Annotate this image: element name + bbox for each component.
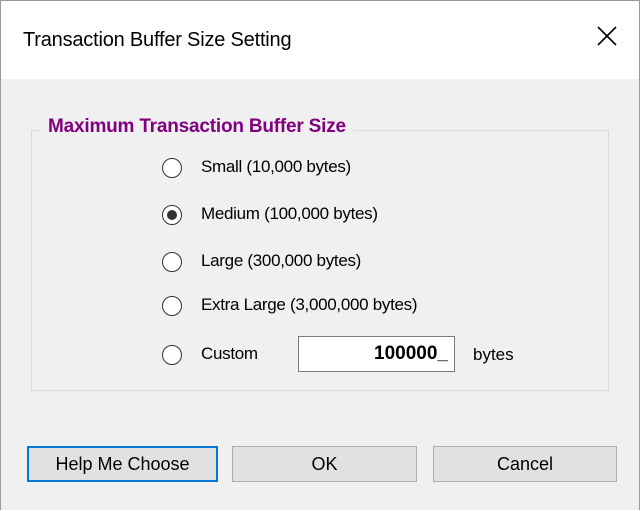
radio-label-large[interactable]: Large (300,000 bytes) xyxy=(201,251,361,271)
custom-size-input[interactable]: 100000_ xyxy=(298,336,455,372)
radio-label-small[interactable]: Small (10,000 bytes) xyxy=(201,157,351,177)
radio-button-icon[interactable] xyxy=(162,252,182,272)
dialog-title: Transaction Buffer Size Setting xyxy=(23,29,292,51)
close-x-icon xyxy=(597,26,617,46)
radio-button-icon[interactable] xyxy=(162,345,182,365)
radio-label-custom[interactable]: Custom xyxy=(201,344,258,364)
radio-label-medium[interactable]: Medium (100,000 bytes) xyxy=(201,204,378,224)
custom-unit-label: bytes xyxy=(473,345,514,364)
radio-label-extra-large[interactable]: Extra Large (3,000,000 bytes) xyxy=(201,295,418,315)
buffer-size-dialog: Transaction Buffer Size Setting Maximum … xyxy=(0,0,640,510)
help-me-choose-button[interactable]: Help Me Choose xyxy=(27,446,218,482)
radio-button-icon[interactable] xyxy=(162,296,182,316)
groupbox-legend: Maximum Transaction Buffer Size xyxy=(41,116,353,138)
close-button[interactable] xyxy=(577,1,639,79)
radio-button-selected-icon[interactable] xyxy=(162,205,182,225)
radio-button-icon[interactable] xyxy=(162,158,182,178)
cancel-button[interactable]: Cancel xyxy=(433,446,617,482)
radio-dot-icon xyxy=(167,210,177,220)
ok-button[interactable]: OK xyxy=(232,446,417,482)
title-bar: Transaction Buffer Size Setting xyxy=(1,1,639,79)
